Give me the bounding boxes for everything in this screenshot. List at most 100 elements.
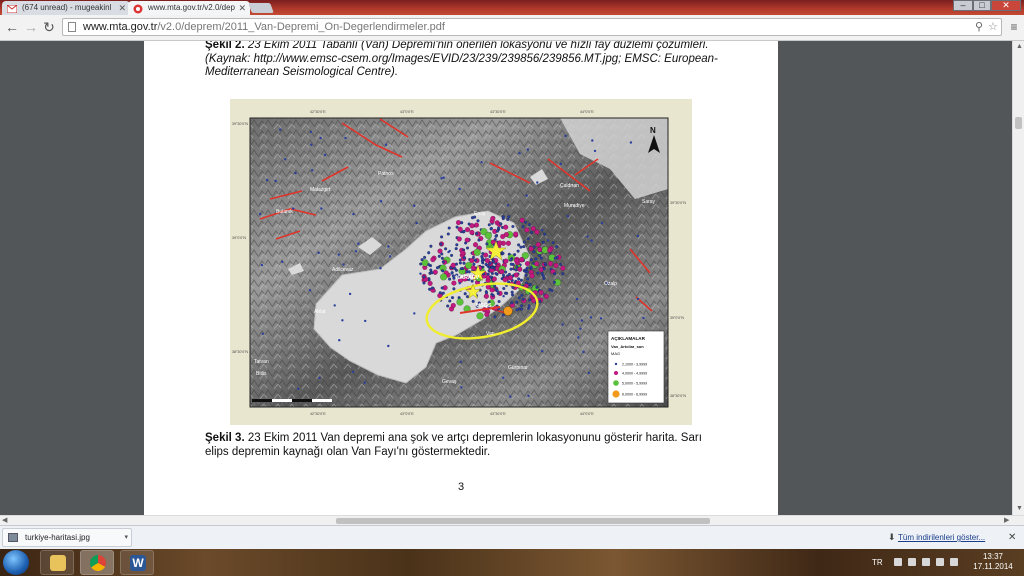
star-icon[interactable]: ☆ bbox=[988, 19, 998, 36]
pdf-viewer: Şekil 2. 23 Ekim 2011 Tabanlı (Van) Depr… bbox=[0, 41, 1012, 515]
aftershock-point bbox=[351, 370, 355, 373]
aftershock-point bbox=[458, 187, 461, 191]
aftershock-point bbox=[462, 261, 466, 265]
aftershock-point bbox=[470, 265, 476, 271]
aftershock-point bbox=[501, 251, 505, 255]
mta-favicon-icon bbox=[133, 4, 143, 14]
aftershock-point bbox=[520, 304, 524, 308]
battery-icon[interactable] bbox=[922, 558, 930, 566]
download-item[interactable]: turkiye-haritasi.jpg ▾ bbox=[2, 528, 132, 547]
aftershock-point bbox=[555, 245, 559, 249]
aftershock-point bbox=[319, 136, 322, 140]
vertical-scrollbar[interactable]: ▲ ▼ bbox=[1012, 41, 1024, 515]
word-taskbar-button[interactable]: W bbox=[120, 550, 154, 575]
action-center-icon[interactable] bbox=[950, 558, 958, 566]
network-icon[interactable] bbox=[908, 558, 916, 566]
aftershock-point bbox=[543, 293, 549, 299]
aftershock-point bbox=[495, 289, 499, 293]
aftershock-point bbox=[536, 271, 540, 275]
aftershock-point bbox=[441, 291, 445, 295]
aftershock-point bbox=[311, 169, 314, 172]
aftershock-point bbox=[481, 257, 485, 261]
image-file-icon bbox=[8, 533, 18, 542]
aftershock-point bbox=[541, 274, 545, 278]
aftershock-point bbox=[509, 258, 513, 262]
show-all-downloads-link[interactable]: Tüm indirilenleri göster... bbox=[898, 526, 985, 549]
vertical-scroll-thumb[interactable] bbox=[1015, 117, 1022, 129]
scroll-left-icon[interactable]: ◀ bbox=[2, 516, 7, 524]
aftershock-point bbox=[429, 268, 433, 272]
aftershock-point bbox=[529, 265, 533, 269]
aftershock-point bbox=[379, 267, 382, 270]
aftershock-point bbox=[527, 223, 531, 227]
aftershock-point bbox=[494, 272, 498, 276]
aftershock-point bbox=[476, 219, 480, 223]
aftershock-point bbox=[514, 258, 520, 264]
place-label: Tatvan bbox=[254, 359, 269, 365]
aftershock-point bbox=[502, 376, 505, 379]
maximize-button[interactable]: □ bbox=[973, 0, 991, 11]
aftershock-point bbox=[473, 248, 481, 256]
tab-mta-pdf[interactable]: www.mta.gov.tr/v2.0/dep ✕ bbox=[128, 1, 250, 15]
scroll-up-icon[interactable]: ▲ bbox=[1016, 43, 1023, 50]
aftershock-point bbox=[459, 360, 462, 363]
chrome-taskbar-button[interactable] bbox=[80, 550, 114, 575]
scale-bar bbox=[252, 399, 332, 402]
aftershock-point bbox=[261, 332, 264, 335]
aftershock-point bbox=[457, 226, 463, 232]
bottom-tick-label: 43°30'0"E bbox=[490, 412, 506, 416]
aftershock-point bbox=[550, 289, 554, 293]
aftershock-point bbox=[483, 293, 489, 299]
menu-icon[interactable]: ≡ bbox=[1006, 19, 1022, 35]
aftershock-point bbox=[561, 323, 564, 326]
aftershock-point bbox=[551, 241, 555, 245]
forward-arrow-icon[interactable]: → bbox=[23, 19, 39, 35]
search-icon[interactable]: ⚲ bbox=[975, 19, 983, 36]
aftershock-point bbox=[422, 281, 426, 285]
aftershock-point bbox=[548, 261, 554, 267]
aftershock-point bbox=[486, 264, 490, 268]
aftershock-point bbox=[636, 297, 640, 301]
taskbar-clock[interactable]: 13:37 17.11.2014 bbox=[966, 552, 1020, 572]
aftershock-point bbox=[423, 255, 427, 259]
minimize-button[interactable]: – bbox=[953, 0, 973, 11]
language-indicator[interactable]: TR bbox=[872, 549, 883, 576]
show-hidden-icons-icon[interactable] bbox=[894, 558, 902, 566]
scroll-right-icon[interactable]: ▶ bbox=[1004, 516, 1009, 524]
close-window-button[interactable]: ✕ bbox=[991, 0, 1021, 11]
address-bar[interactable]: www.mta.gov.tr/v2.0/deprem/2011_Van-Depr… bbox=[62, 18, 1002, 36]
explorer-taskbar-button[interactable] bbox=[40, 550, 74, 575]
aftershock-point bbox=[354, 250, 358, 253]
horizontal-scroll-thumb[interactable] bbox=[336, 518, 710, 524]
new-tab-button[interactable] bbox=[248, 3, 274, 13]
legend-swatch bbox=[614, 371, 618, 375]
aftershock-point bbox=[274, 179, 277, 183]
aftershock-point bbox=[527, 306, 531, 310]
aftershock-point bbox=[308, 289, 312, 292]
tab-gmail[interactable]: (674 unread) - mugeakinl ✕ bbox=[2, 1, 130, 15]
aftershock-point bbox=[517, 277, 521, 281]
aftershock-point bbox=[515, 265, 519, 269]
aftershock-point bbox=[427, 251, 431, 255]
aftershock-point bbox=[387, 344, 390, 348]
close-tab-icon[interactable]: ✕ bbox=[238, 1, 246, 15]
aftershock-point bbox=[505, 240, 511, 246]
chevron-down-icon[interactable]: ▾ bbox=[124, 529, 128, 547]
aftershock-point bbox=[388, 255, 392, 258]
aftershock-point bbox=[430, 257, 436, 263]
close-tab-icon[interactable]: ✕ bbox=[118, 1, 126, 15]
aftershock-point bbox=[320, 207, 323, 210]
figure-2-caption: Şekil 2. 23 Ekim 2011 Tabanlı (Van) Depr… bbox=[205, 41, 720, 80]
start-button[interactable] bbox=[3, 550, 29, 575]
aftershock-point bbox=[310, 143, 313, 146]
volume-icon[interactable] bbox=[936, 558, 944, 566]
reload-icon[interactable]: ↻ bbox=[41, 19, 57, 35]
close-icon[interactable]: ✕ bbox=[1008, 526, 1016, 549]
aftershock-point bbox=[535, 242, 541, 248]
aftershock-point bbox=[537, 247, 543, 253]
horizontal-scrollbar[interactable]: ◀ ▶ bbox=[0, 515, 1024, 525]
aftershock-point bbox=[450, 253, 454, 257]
back-arrow-icon[interactable]: ← bbox=[4, 19, 20, 35]
aftershock-point bbox=[260, 263, 264, 267]
scroll-down-icon[interactable]: ▼ bbox=[1016, 505, 1023, 512]
